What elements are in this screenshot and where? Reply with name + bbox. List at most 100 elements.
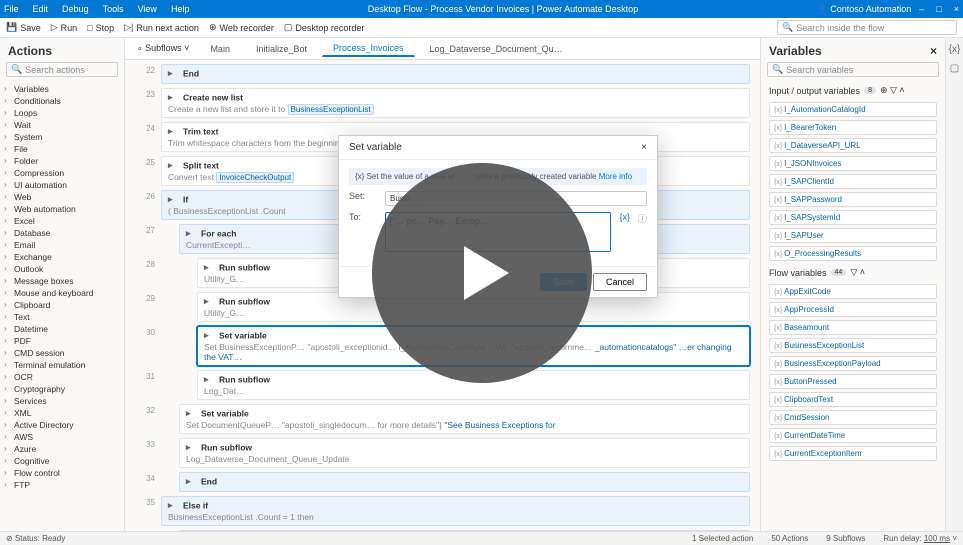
action-category[interactable]: Services [0,395,124,407]
action-category[interactable]: Wait [0,119,124,131]
menu-edit[interactable]: Edit [33,4,49,14]
variable-item[interactable]: I_JSONInvoices [769,156,937,171]
images-rail-icon[interactable]: ▢ [950,63,959,74]
tab-main[interactable]: Main [199,41,241,56]
tab-log-dataverse[interactable]: Log_Dataverse_Document_Qu… [419,41,574,56]
flow-step[interactable]: ▸Create new listCreate a new list and st… [161,88,750,118]
variable-item[interactable]: I_SAPUser [769,228,937,243]
variable-item[interactable]: I_DataverseAPI_URL [769,138,937,153]
search-flow-input[interactable]: 🔍 Search inside the flow [777,20,957,35]
action-category[interactable]: Cognitive [0,455,124,467]
flow-step[interactable]: ▸End [179,472,750,492]
search-actions-input[interactable]: 🔍 Search actions [6,62,118,77]
flow-step[interactable]: ▸Set variableSet DocumentQueueP… "aposto… [179,404,750,434]
variables-rail-icon[interactable]: {x} [949,44,961,55]
action-category[interactable]: Variables [0,83,124,95]
tab-initialize-bot[interactable]: Initialize_Bot [245,41,318,56]
flow-step[interactable]: ▸Else ifBusinessExceptionList .Count = 1… [161,496,750,526]
action-category[interactable]: FTP [0,479,124,491]
dialog-cancel-button[interactable]: Cancel [593,273,647,291]
variable-item[interactable]: Baseamount [769,320,937,335]
action-category[interactable]: UI automation [0,179,124,191]
action-category[interactable]: Database [0,227,124,239]
maximize-icon[interactable]: □ [936,4,941,14]
menu-view[interactable]: View [138,4,157,14]
action-category[interactable]: Message boxes [0,275,124,287]
subflows-label[interactable]: ∘ Subflows ˅ [131,43,195,54]
info-icon[interactable]: ⓘ [638,212,647,225]
variable-item[interactable]: AppProcessId [769,302,937,317]
menu-debug[interactable]: Debug [62,4,89,14]
variable-item[interactable]: I_SAPSystemId [769,210,937,225]
minimize-icon[interactable]: – [919,4,924,14]
variable-item[interactable]: I_SAPClientId [769,174,937,189]
variable-item[interactable]: BusinessExceptionPayload [769,356,937,371]
action-category[interactable]: Clipboard [0,299,124,311]
run-next-button[interactable]: ▷| Run next action [124,22,199,33]
action-category[interactable]: System [0,131,124,143]
menu-tools[interactable]: Tools [103,4,124,14]
io-variables-list: I_AutomationCatalogId I_BearerToken I_Data… [761,100,945,263]
flow-variables-header[interactable]: Flow variables 44 ▽ ˄ [761,263,945,282]
action-category[interactable]: File [0,143,124,155]
action-category[interactable]: Folder [0,155,124,167]
close-icon[interactable]: × [954,4,959,14]
video-play-button[interactable] [372,163,592,383]
action-category[interactable]: Outlook [0,263,124,275]
dialog-close-icon[interactable]: × [641,142,647,153]
action-category[interactable]: Excel [0,215,124,227]
action-category[interactable]: Text [0,311,124,323]
action-category[interactable]: Web [0,191,124,203]
menu-file[interactable]: File [4,4,19,14]
variable-item[interactable]: ClipboardText [769,392,937,407]
run-button[interactable]: ▷ Run [51,22,77,33]
menu-bar: File Edit Debug Tools View Help [4,4,189,14]
action-category[interactable]: Loops [0,107,124,119]
action-category[interactable]: Compression [0,167,124,179]
io-variables-header[interactable]: Input / output variables 8 ⊕ ▽ ˄ [761,81,945,100]
more-info-link[interactable]: More info [599,172,632,181]
variable-item[interactable]: CmdSession [769,410,937,425]
variable-item[interactable]: ButtonPressed [769,374,937,389]
line-number: 34 [135,472,155,483]
variable-item[interactable]: CurrentDateTime [769,428,937,443]
action-category[interactable]: Conditionals [0,95,124,107]
variable-item[interactable]: I_SAPPassword [769,192,937,207]
line-number: 33 [135,438,155,449]
flow-step[interactable]: ▸End [161,64,750,84]
action-category[interactable]: Active Directory [0,419,124,431]
close-icon[interactable]: × [930,44,937,58]
action-category[interactable]: AWS [0,431,124,443]
action-category[interactable]: Mouse and keyboard [0,287,124,299]
actions-tree[interactable]: VariablesConditionalsLoopsWaitSystemFile… [0,81,124,531]
variable-item[interactable]: AppExitCode [769,284,937,299]
variable-item[interactable]: I_AutomationCatalogId [769,102,937,117]
tab-process-invoices[interactable]: Process_Invoices [322,40,415,57]
variable-item[interactable]: I_BearerToken [769,120,937,135]
action-category[interactable]: Cryptography [0,383,124,395]
action-category[interactable]: Azure [0,443,124,455]
action-category[interactable]: PDF [0,335,124,347]
variable-picker-icon[interactable]: {x} [619,212,630,222]
menu-help[interactable]: Help [171,4,190,14]
action-category[interactable]: Web automation [0,203,124,215]
action-category[interactable]: CMD session [0,347,124,359]
search-variables-input[interactable]: 🔍 Search variables [767,62,939,77]
variable-item[interactable]: O_ProcessingResults [769,246,937,261]
save-button[interactable]: 💾 Save [6,22,41,33]
account-label[interactable]: 👤 Contoso Automation [817,4,912,15]
web-recorder-button[interactable]: ⊕ Web recorder [209,22,274,33]
action-category[interactable]: XML [0,407,124,419]
flow-step[interactable]: ▸Run subflowLog_Dataverse_Document_Queue… [179,438,750,468]
desktop-recorder-button[interactable]: ▢ Desktop recorder [284,22,365,33]
action-category[interactable]: Email [0,239,124,251]
action-category[interactable]: Datetime [0,323,124,335]
action-category[interactable]: Exchange [0,251,124,263]
variable-item[interactable]: CurrentExceptionItem [769,446,937,461]
action-category[interactable]: Flow control [0,467,124,479]
variable-item[interactable]: BusinessExceptionList [769,338,937,353]
action-category[interactable]: OCR [0,371,124,383]
flow-step[interactable]: ▸For eachCurrentExceptionItem in Busines… [179,530,750,531]
action-category[interactable]: Terminal emulation [0,359,124,371]
stop-button[interactable]: □ Stop [87,23,114,33]
